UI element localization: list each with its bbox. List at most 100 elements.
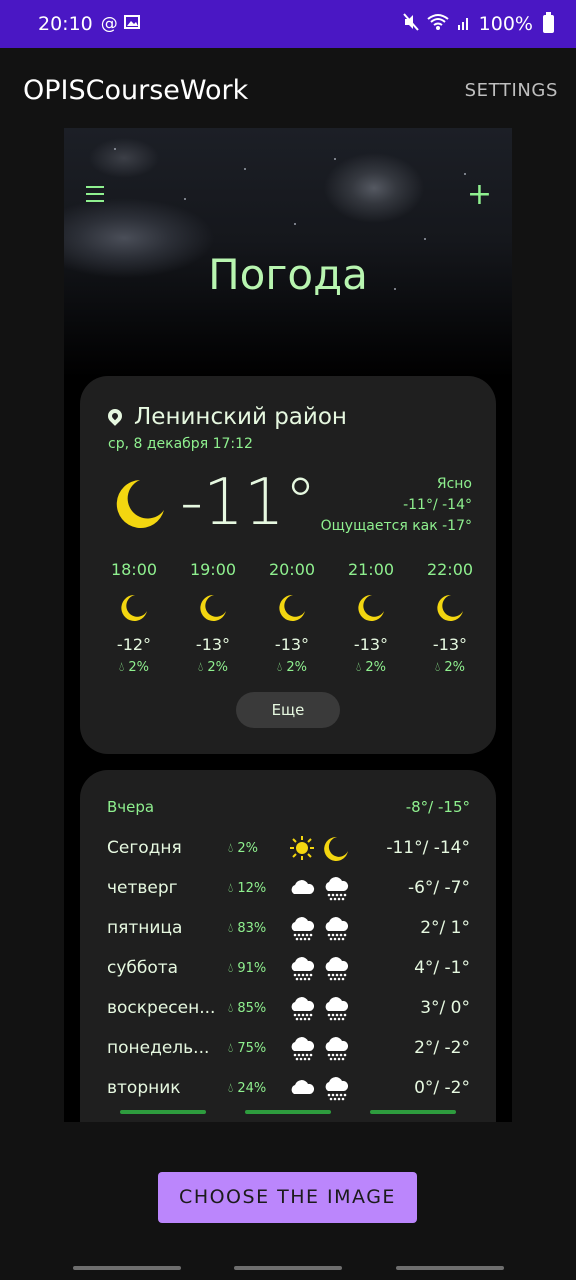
hourly-item: 19:00 -13° 💧︎ 2% (181, 560, 245, 675)
daily-forecast-card: Вчера -8°/ -15° Сегодня 💧︎ 2% -11°/ -14° че… (80, 770, 496, 1122)
hourly-item: 21:00 -13° 💧︎ 2% (339, 560, 403, 675)
hour-precip: 💧︎ 2% (277, 660, 307, 675)
daily-row: воскресен... 💧︎ 85% 3°/ 0° (80, 988, 496, 1028)
snow-cloud-icon (322, 994, 350, 1022)
drop-icon: 💧︎ (228, 1001, 234, 1016)
drop-icon: 💧︎ (435, 660, 441, 675)
day-precip: 💧︎ 91% (228, 961, 267, 976)
moon-icon (279, 594, 305, 621)
feels-like: Ощущается как -17° (320, 518, 472, 534)
snow-cloud-icon (288, 1034, 316, 1062)
day-temps: 2°/ -2° (414, 1038, 470, 1058)
drop-icon: 💧︎ (119, 660, 125, 675)
signal-icon (457, 13, 471, 36)
day-precip: 💧︎ 12% (228, 881, 267, 896)
day-precip: 💧︎ 83% (228, 921, 267, 936)
settings-button[interactable]: SETTINGS (465, 80, 558, 101)
snow-cloud-icon (322, 874, 350, 902)
battery-percent: 100% (478, 13, 533, 35)
drop-icon: 💧︎ (228, 1081, 234, 1096)
choose-image-button[interactable]: CHOOSE THE IMAGE (158, 1172, 417, 1223)
daily-row: суббота 💧︎ 91% 4°/ -1° (80, 948, 496, 988)
status-time: 20:10 (38, 13, 93, 35)
drop-icon: 💧︎ (198, 660, 204, 675)
current-weather-card: Ленинский район ср, 8 декабря 17:12 -11°… (80, 376, 496, 754)
hour-temp: -13° (353, 635, 389, 654)
hour-precip: 💧︎ 2% (356, 660, 386, 675)
day-temps: 3°/ 0° (420, 998, 470, 1018)
hour-time: 19:00 (189, 560, 237, 579)
daily-row: Сегодня 💧︎ 2% -11°/ -14° (80, 828, 496, 868)
current-temperature: -11° (180, 466, 317, 540)
hourly-item: 18:00 -12° 💧︎ 2% (102, 560, 166, 675)
mute-icon (402, 12, 419, 36)
daily-row: понедель... 💧︎ 75% 2°/ -2° (80, 1028, 496, 1068)
location-name: Ленинский район (134, 404, 347, 430)
day-name: пятница (107, 918, 183, 938)
add-icon[interactable]: + (467, 180, 492, 210)
drop-icon: 💧︎ (228, 881, 234, 896)
daily-row: пятница 💧︎ 83% 2°/ 1° (80, 908, 496, 948)
snow-cloud-icon (322, 1034, 350, 1062)
location-pin-icon (105, 406, 125, 426)
app-bar: OPISCourseWork SETTINGS (0, 48, 576, 132)
day-temps: -11°/ -14° (386, 838, 470, 858)
day-temps: 2°/ 1° (420, 918, 470, 938)
menu-icon[interactable] (86, 186, 104, 204)
hour-temp: -13° (195, 635, 231, 654)
day-name: понедель... (107, 1038, 210, 1058)
at-icon: @ (100, 14, 118, 34)
drop-icon: 💧︎ (228, 921, 234, 936)
snow-cloud-icon (288, 994, 316, 1022)
hour-precip: 💧︎ 2% (198, 660, 228, 675)
day-precip: 💧︎ 85% (228, 1001, 267, 1016)
status-bar: 20:10 @ 100% (0, 0, 576, 48)
snow-cloud-icon (322, 1074, 350, 1102)
day-name: вторник (107, 1078, 181, 1098)
cloud-icon (288, 874, 316, 902)
hour-temp: -12° (116, 635, 152, 654)
temp-range: -11°/ -14° (403, 497, 472, 513)
daily-row: четверг 💧︎ 12% -6°/ -7° (80, 868, 496, 908)
day-precip: 💧︎ 2% (228, 841, 258, 856)
sun-icon (288, 834, 316, 862)
moon-icon (121, 594, 147, 621)
hour-time: 22:00 (426, 560, 474, 579)
image-preview: + Погода Ленинский район ср, 8 декабря 1… (64, 128, 512, 1122)
drop-icon: 💧︎ (228, 961, 234, 976)
hour-precip: 💧︎ 2% (435, 660, 465, 675)
day-precip: 💧︎ 24% (228, 1081, 267, 1096)
day-temps: 0°/ -2° (414, 1078, 470, 1098)
weather-title: Погода (208, 250, 368, 299)
drop-icon: 💧︎ (228, 1041, 234, 1056)
app-title: OPISCourseWork (23, 74, 249, 106)
snow-cloud-icon (288, 914, 316, 942)
moon-icon (358, 594, 384, 621)
snow-cloud-icon (288, 954, 316, 982)
day-temps: -8°/ -15° (405, 798, 470, 816)
day-name: Вчера (107, 798, 155, 816)
day-temps: 4°/ -1° (414, 958, 470, 978)
hour-time: 18:00 (110, 560, 158, 579)
day-precip: 💧︎ 75% (228, 1041, 267, 1056)
snow-cloud-icon (322, 914, 350, 942)
drop-icon: 💧︎ (228, 841, 234, 856)
hourly-item: 20:00 -13° 💧︎ 2% (260, 560, 324, 675)
moon-icon (200, 594, 226, 621)
condition-block: Ясно -11°/ -14° Ощущается как -17° (321, 474, 472, 537)
nav-handle (73, 1266, 181, 1270)
moon-icon (437, 594, 463, 621)
location-row: Ленинский район (105, 404, 347, 430)
yesterday-row: Вчера -8°/ -15° (80, 788, 496, 828)
day-temps: -6°/ -7° (407, 878, 470, 898)
more-button[interactable]: Еще (236, 692, 340, 728)
page-indicator (120, 1110, 206, 1114)
hour-time: 20:00 (268, 560, 316, 579)
hourly-forecast: 18:00 -12° 💧︎ 2% 19:00 -13° 💧︎ 2% 20:00 … (102, 560, 482, 675)
wifi-icon (427, 13, 449, 36)
hour-time: 21:00 (347, 560, 395, 579)
day-name: воскресен... (107, 998, 216, 1018)
nav-handle (234, 1266, 342, 1270)
battery-icon (543, 12, 554, 33)
page-indicator (370, 1110, 456, 1114)
